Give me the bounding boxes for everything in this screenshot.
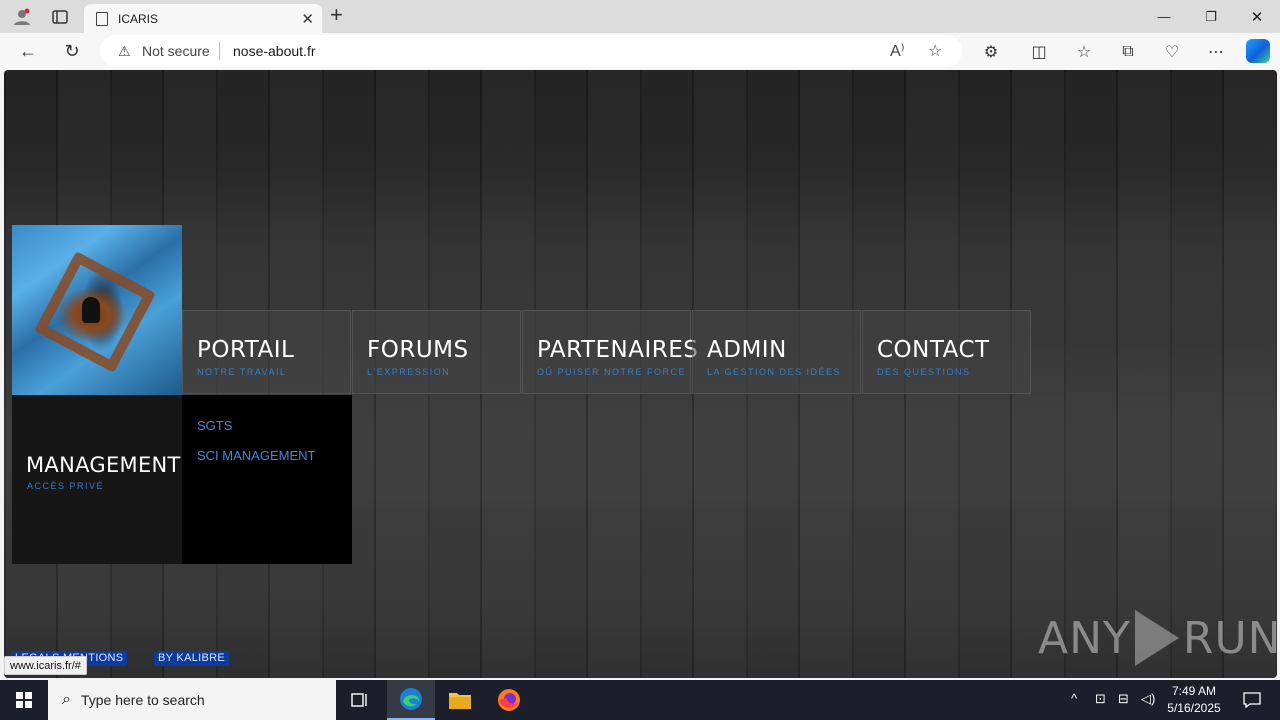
divider xyxy=(219,42,220,60)
nav-tile-partenaires[interactable]: PARTENAIRES OÙ PUISER NOTRE FORCE xyxy=(522,310,698,394)
nav-sublabel: DES QUESTIONS xyxy=(877,367,971,377)
tab-title: ICARIS xyxy=(118,11,159,26)
volume-icon[interactable]: ◁) xyxy=(1141,691,1155,707)
show-hidden-icons[interactable]: ^ xyxy=(1071,691,1077,706)
copilot-icon[interactable] xyxy=(1246,39,1270,63)
restore-button[interactable]: ❐ xyxy=(1197,0,1225,33)
firefox-icon[interactable] xyxy=(485,680,533,720)
task-view-icon[interactable] xyxy=(336,680,384,720)
close-tab-icon[interactable]: ✕ xyxy=(301,10,314,28)
nav-tile-portail[interactable]: PORTAIL NOTRE TRAVAIL xyxy=(182,310,351,394)
clock-time: 7:49 AM xyxy=(1171,684,1217,698)
watermark-text-right: RUN xyxy=(1182,612,1277,664)
browser-toolbar: ← ↻ ⚠ Not secure nose-about.fr A⁾ ☆ ⚙ ◫ … xyxy=(0,33,1280,70)
play-icon xyxy=(1134,610,1179,666)
warning-icon[interactable]: ⚠ xyxy=(118,43,131,60)
notifications-icon[interactable] xyxy=(1228,680,1276,720)
system-clock[interactable]: 7:49 AM 5/16/2025 xyxy=(1160,683,1228,717)
meet-now-icon[interactable]: ⊡ xyxy=(1095,691,1106,707)
extensions-icon[interactable]: ⚙ xyxy=(979,41,1003,63)
favorite-star-icon[interactable]: ☆ xyxy=(928,41,942,61)
nav-tile-admin[interactable]: ADMIN LA GESTION DES IDÉES xyxy=(692,310,861,394)
submenu-item-sci-management[interactable]: SCI MANAGEMENT xyxy=(197,448,315,463)
nav-sublabel: L'EXPRESSION xyxy=(367,367,451,377)
nav-label: PORTAIL xyxy=(197,337,295,363)
windows-taskbar: ⌕ Type here to search ^ ⊡ ⊟ ◁) 7:49 AM 5… xyxy=(0,680,1280,720)
edge-taskbar-icon[interactable] xyxy=(387,680,435,720)
nav-label: ADMIN xyxy=(707,337,787,363)
address-bar[interactable]: ⚠ Not secure nose-about.fr A⁾ ☆ xyxy=(100,35,962,67)
nav-label: PARTENAIRES xyxy=(537,337,699,363)
security-label[interactable]: Not secure xyxy=(142,43,210,59)
clock-date: 5/16/2025 xyxy=(1167,701,1221,715)
back-icon[interactable]: ← xyxy=(15,39,41,63)
new-tab-button[interactable]: + xyxy=(330,2,343,28)
taskbar-search[interactable]: ⌕ Type here to search xyxy=(48,680,336,720)
tab-icaris[interactable]: ICARIS ✕ xyxy=(84,4,322,33)
kalibre-credit-link[interactable]: BY KALIBRE xyxy=(154,651,229,666)
nav-sublabel: NOTRE TRAVAIL xyxy=(197,367,287,377)
browser-essentials-icon[interactable]: ♡ xyxy=(1160,41,1184,63)
tab-actions-icon[interactable] xyxy=(48,0,72,33)
file-explorer-icon[interactable] xyxy=(436,680,484,720)
windows-logo-icon xyxy=(16,692,32,708)
network-icon[interactable]: ⊟ xyxy=(1118,691,1129,707)
favorites-icon[interactable]: ☆ xyxy=(1072,41,1096,63)
nav-tile-contact[interactable]: CONTACT DES QUESTIONS xyxy=(862,310,1031,394)
management-sublabel: ACCÈS PRIVÉ xyxy=(27,481,105,491)
anyrun-watermark: ANY RUN xyxy=(1038,610,1277,666)
nav-sublabel: OÙ PUISER NOTRE FORCE xyxy=(537,367,687,377)
page-viewport: PORTAIL NOTRE TRAVAIL FORUMS L'EXPRESSIO… xyxy=(4,70,1277,678)
refresh-icon[interactable]: ↻ xyxy=(59,39,85,63)
search-icon: ⌕ xyxy=(62,691,71,708)
collections-icon[interactable]: ⧉ xyxy=(1116,41,1140,63)
start-button[interactable] xyxy=(0,680,48,720)
status-url-tooltip: www.icaris.fr/# xyxy=(4,656,87,675)
submenu-item-sgts[interactable]: SGTS xyxy=(197,418,232,433)
nav-label: FORUMS xyxy=(367,337,469,363)
url-text[interactable]: nose-about.fr xyxy=(233,43,316,59)
watermark-text-left: ANY xyxy=(1038,612,1131,664)
more-menu-icon[interactable]: ⋯ xyxy=(1204,41,1228,63)
search-placeholder: Type here to search xyxy=(80,692,205,708)
management-tile[interactable]: MANAGEMENT ACCÈS PRIVÉ xyxy=(12,395,182,564)
management-submenu: SGTS SCI MANAGEMENT xyxy=(182,395,352,564)
close-window-button[interactable]: ✕ xyxy=(1243,0,1271,33)
page-icon xyxy=(96,11,108,26)
read-aloud-icon[interactable]: A⁾ xyxy=(890,41,905,61)
management-label: MANAGEMENT xyxy=(26,453,181,477)
keyhole xyxy=(82,297,100,323)
nav-tile-forums[interactable]: FORUMS L'EXPRESSION xyxy=(352,310,521,394)
nav-sublabel: LA GESTION DES IDÉES xyxy=(707,367,842,377)
browser-title-bar: ICARIS ✕ + — ❐ ✕ xyxy=(0,0,1280,33)
profile-icon[interactable] xyxy=(10,0,34,33)
minimize-button[interactable]: — xyxy=(1150,0,1178,33)
split-screen-icon[interactable]: ◫ xyxy=(1027,41,1051,63)
keyhole-photo xyxy=(12,225,182,395)
nav-label: CONTACT xyxy=(877,337,990,363)
